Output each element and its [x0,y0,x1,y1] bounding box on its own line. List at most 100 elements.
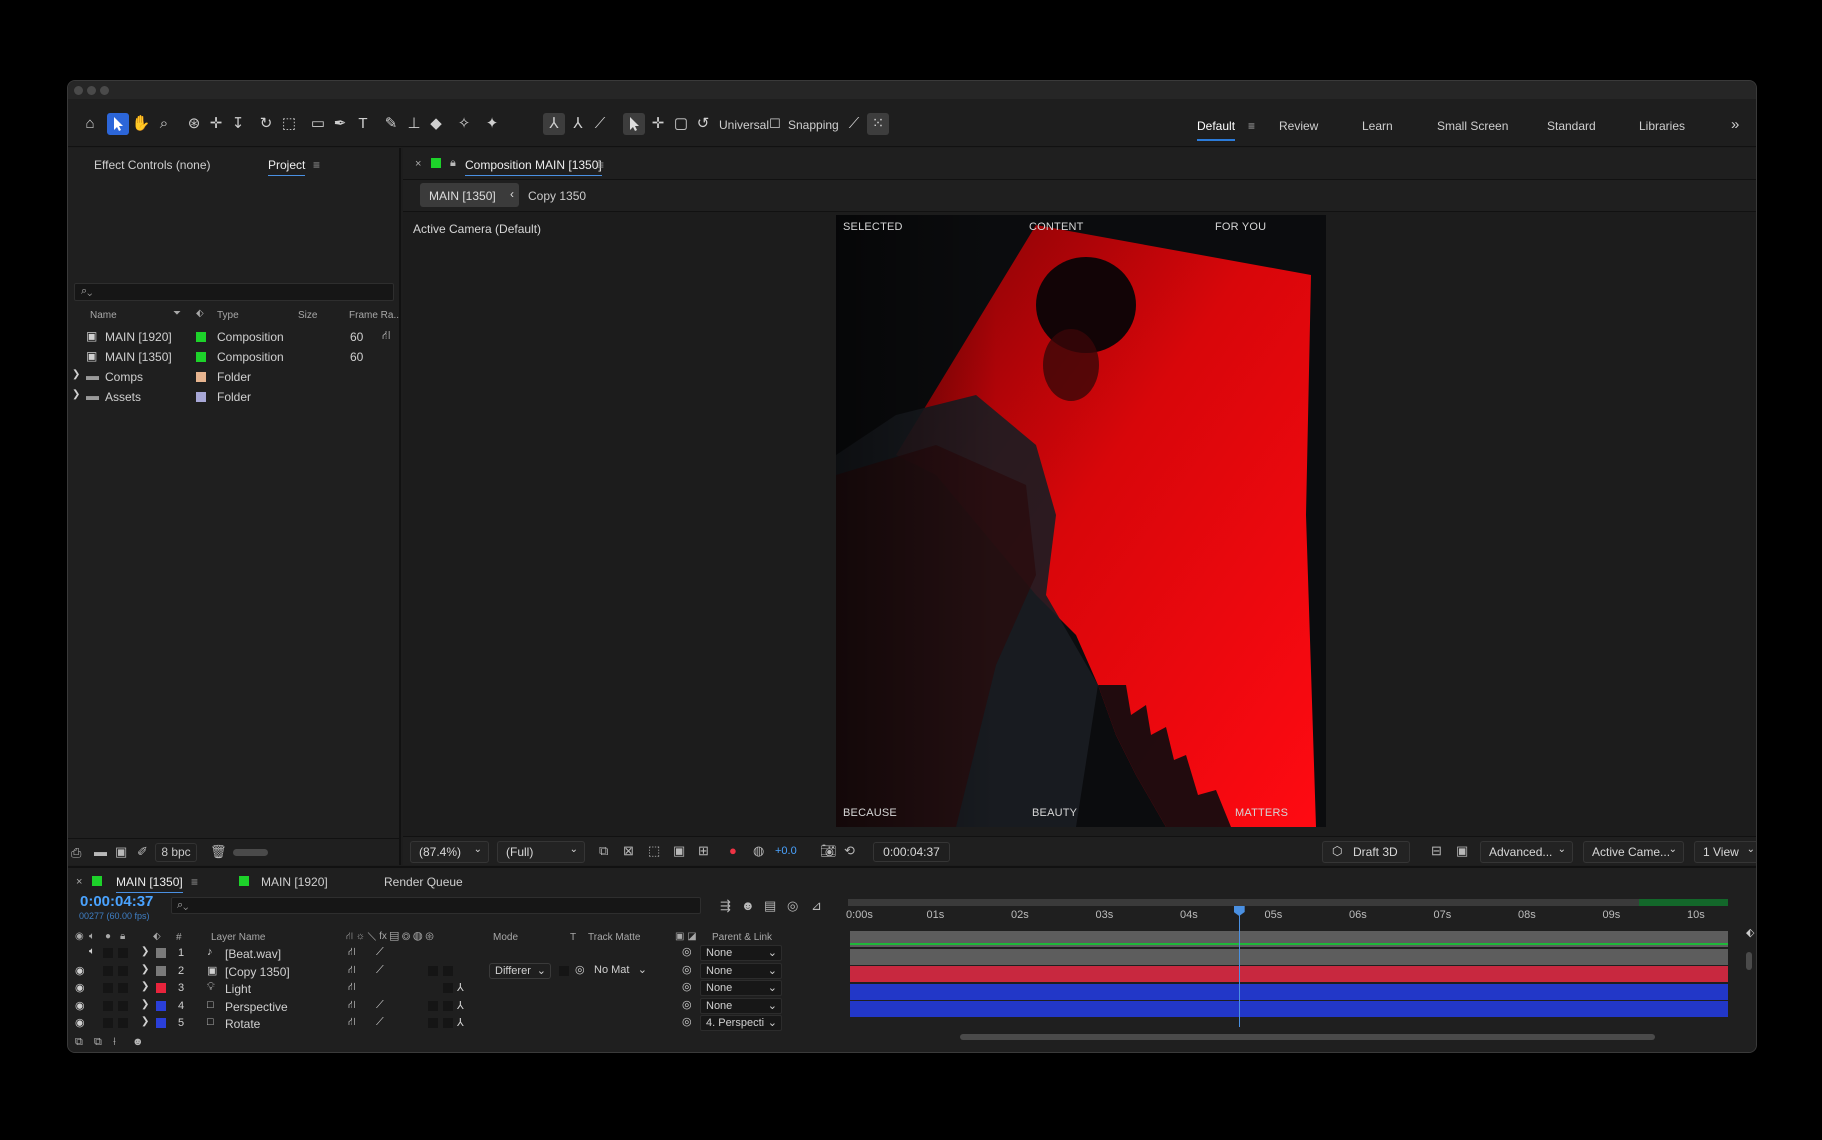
label-tag-icon[interactable]: ⬖ [196,308,204,319]
comp-label-swatch[interactable] [239,876,249,886]
transfer-controls-toggle-icon[interactable]: ⧉ [94,1036,102,1049]
audio-toggle-icon[interactable]: 🔈︎ [89,931,95,942]
quality-switch-icon[interactable]: ⟋ [376,946,384,959]
layer-label-swatch[interactable] [156,1018,166,1029]
snapping-label[interactable]: Snapping [788,118,839,132]
roto-brush-tool-icon[interactable]: ✧ [453,113,475,135]
trash-icon[interactable]: 🗑 [210,844,227,860]
fast-previews-icon[interactable]: ⧉ [599,843,608,859]
layer-name[interactable]: [Copy 1350] [225,965,290,979]
snapping-checkbox[interactable]: ☐ [764,113,786,135]
show-snapshot-icon[interactable]: ⟲ [844,843,855,859]
minimize-window-dot[interactable] [87,86,96,95]
type-tool-icon[interactable]: T [352,113,374,135]
3d-layer-icon[interactable]: ⅄ [457,981,464,994]
speaker-icon[interactable]: 🔈︎ [89,946,95,957]
parent-dropdown[interactable]: None ⌄ [700,997,782,1014]
tab-timeline-main-1920[interactable]: MAIN [1920] [261,875,328,889]
snap-options-icon[interactable]: ⟋ [843,113,865,135]
project-item-main-1350[interactable]: ▣ MAIN [1350] Composition 60 [68,348,401,367]
brush-tool-icon[interactable]: ✎ [380,113,402,135]
pen-tool-icon[interactable]: ✒ [329,113,351,135]
parent-dropdown[interactable]: None ⌄ [700,945,782,961]
eraser-tool-icon[interactable]: ◆ [425,113,447,135]
breadcrumb-main-1350[interactable]: MAIN [1350] ‹ [420,183,519,207]
layer-label-swatch[interactable] [156,965,166,976]
sort-chevron-icon[interactable]: ⏷ [173,308,181,319]
show-channel-icon[interactable]: ● [729,843,737,858]
col-track-matte[interactable]: Track Matte [588,932,640,943]
lock-checkbox[interactable] [118,983,128,994]
view-axis-mode-icon[interactable]: ⟋ [589,113,611,135]
exposure-value[interactable]: +0.0 [775,845,797,857]
quality-switch-icon[interactable]: ⟋ [376,1016,384,1029]
workspace-menu-icon[interactable]: ≡ [1248,119,1255,133]
timeline-current-time[interactable]: 0:00:04:37 [80,893,153,910]
parent-pickwhip-icon[interactable]: ◎ [682,998,692,1011]
tab-timeline-main-1350[interactable]: MAIN [1350] [116,875,183,893]
timeline-layer-row[interactable]: ◉ ❯ 5 □ Rotate ⛙ ⟋ ⅄ ◎ 4. Perspecti ⌄ [68,1015,844,1032]
motion-blur-checkbox[interactable] [428,1018,438,1029]
parent-dropdown[interactable]: None ⌄ [700,980,782,997]
col-layer-name[interactable]: Layer Name [211,932,265,943]
playhead[interactable] [1233,906,1245,1027]
transparency-grid-icon[interactable]: ⊠ [623,843,634,859]
eye-icon[interactable]: ◉ [75,999,85,1012]
label-swatch[interactable] [196,372,206,382]
time-ruler[interactable]: 0:00s 01s 02s 03s 04s 05s 06s 07s 08s 09s 10s [844,909,1756,925]
workspace-review[interactable]: Review [1279,119,1318,133]
lock-icon[interactable]: 🔒︎ [450,157,456,170]
flowchart-icon[interactable]: ⛙ [382,328,390,344]
orbit-camera-tool-icon[interactable]: ⊛ [183,113,205,135]
shy-layers-icon[interactable]: ☻ [741,898,755,913]
extended-viewer-icon[interactable]: ▣ [1456,843,1468,859]
3d-scale-tool-icon[interactable]: ▢ [670,113,692,135]
render-time-toggle-icon[interactable]: ☻ [132,1036,144,1048]
layer-label-swatch[interactable] [156,948,166,958]
layer-duration-bar[interactable] [850,966,1728,983]
3d-ground-plane-icon[interactable]: ⊟ [1431,843,1442,859]
comp-label-swatch[interactable] [431,158,441,168]
timeline-layer-row[interactable]: 🔈︎ ❯ 1 ♪ [Beat.wav] ⛙ ⟋ ◎ None ⌄ [68,945,844,962]
col-mode[interactable]: Mode [493,932,518,943]
renderer-dropdown[interactable]: Advanced... ⌄ [1480,841,1573,863]
3d-view-dropdown[interactable]: Active Came... ⌄ [1583,841,1684,863]
col-parent[interactable]: Parent & Link [712,932,772,943]
motion-blur-checkbox[interactable] [428,965,438,976]
parent-pickwhip-icon[interactable]: ◎ [682,980,692,993]
reset-exposure-icon[interactable]: ◍ [753,843,764,859]
new-folder-icon[interactable]: ▬ [94,844,107,859]
zoom-window-dot[interactable] [100,86,109,95]
tab-render-queue[interactable]: Render Queue [384,875,463,889]
motion-blur-checkbox[interactable] [428,1000,438,1011]
timeline-layer-row[interactable]: ◉ ❯ 4 □ Perspective ⛙ ⟋ ⅄ ◎ None ⌄ [68,997,844,1015]
solo-checkbox[interactable] [103,948,113,958]
layer-duration-bar[interactable] [850,931,1728,947]
layer-label-swatch[interactable] [156,1000,166,1011]
comp-menu-icon[interactable]: ≡ [597,158,604,172]
lock-icon[interactable]: 🔒︎ [120,931,125,942]
rotation-tool-icon[interactable]: ↻ [255,113,277,135]
time-graph[interactable]: 0:00s 01s 02s 03s 04s 05s 06s 07s 08s 09s 10s ⬖ [844,890,1756,1052]
solo-checkbox[interactable] [103,965,113,976]
lock-checkbox[interactable] [118,965,128,976]
parent-dropdown[interactable]: None ⌄ [700,962,782,979]
current-time-field[interactable]: 0:00:04:37 [873,842,950,862]
workspace-libraries[interactable]: Libraries [1639,119,1685,133]
layer-name[interactable]: Rotate [225,1017,260,1031]
thumbnail-slider[interactable] [233,849,268,856]
adjustment-checkbox[interactable] [443,1000,453,1011]
expand-chevron-icon[interactable]: ❯ [141,981,149,992]
comp-label-swatch[interactable] [92,876,102,886]
label-swatch[interactable] [196,352,206,362]
timeline-layer-row[interactable]: ◉ ❯ 3 💡︎ Light ⛙ ⅄ ◎ None ⌄ [68,980,844,997]
resolution-dropdown[interactable]: (Full) ⌄ [497,841,585,863]
label-swatch[interactable] [196,392,206,402]
parent-pickwhip-icon[interactable]: ◎ [682,963,692,976]
close-tab-icon[interactable]: × [76,876,82,888]
matte-pickwhip-icon[interactable]: ◎ [575,963,585,976]
col-size[interactable]: Size [298,310,317,321]
label-tag-icon[interactable]: ⬖ [153,931,161,942]
lock-checkbox[interactable] [118,1018,128,1029]
solo-checkbox[interactable] [103,983,113,994]
